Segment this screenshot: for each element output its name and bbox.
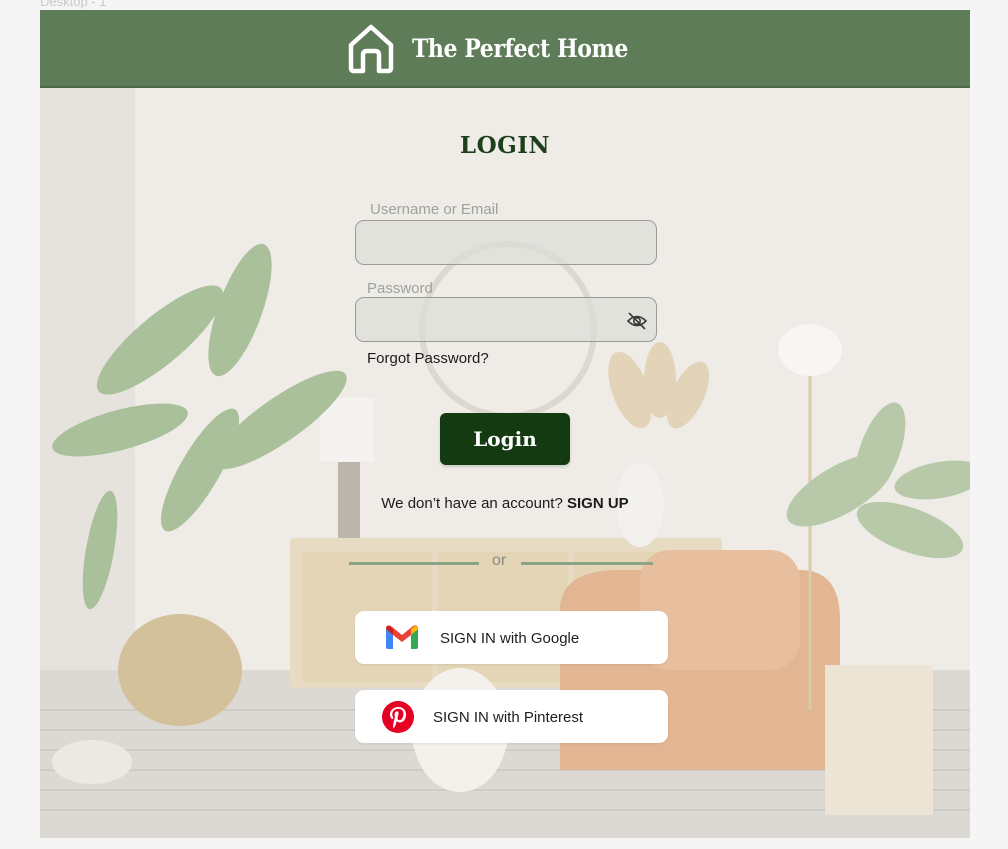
house-outline-icon [349,24,394,74]
pinterest-signin-label: SIGN IN with Pinterest [433,709,584,726]
top-bar: The Perfect Home [40,10,970,88]
brand-name: The Perfect Home [412,33,629,63]
pinterest-icon [382,701,414,733]
login-page: The Perfect Home LOGIN Username or Email… [40,10,970,838]
signup-prompt: We don’t have an account? SIGN UP [40,495,970,512]
username-label: Username or Email [370,201,499,218]
divider-text: or [492,552,507,569]
brand[interactable]: The Perfect Home [344,21,657,75]
gmail-icon [386,625,418,649]
google-signin-label: SIGN IN with Google [440,630,580,647]
divider-left [349,562,479,565]
signup-prompt-text: We don’t have an account? [381,495,563,512]
google-signin-button[interactable]: SIGN IN with Google [355,611,668,664]
eye-off-icon[interactable] [626,310,648,332]
username-input[interactable] [355,220,657,265]
divider-right [521,562,653,565]
frame-label: Desktop - 1 [40,0,107,9]
forgot-password-link[interactable]: Forgot Password? [367,350,489,367]
pinterest-signin-button[interactable]: SIGN IN with Pinterest [355,690,668,743]
password-input[interactable] [355,297,657,342]
password-label: Password [367,280,433,297]
page-title: LOGIN [459,132,551,159]
login-button[interactable]: Login [440,413,570,465]
signup-link[interactable]: SIGN UP [567,495,629,512]
